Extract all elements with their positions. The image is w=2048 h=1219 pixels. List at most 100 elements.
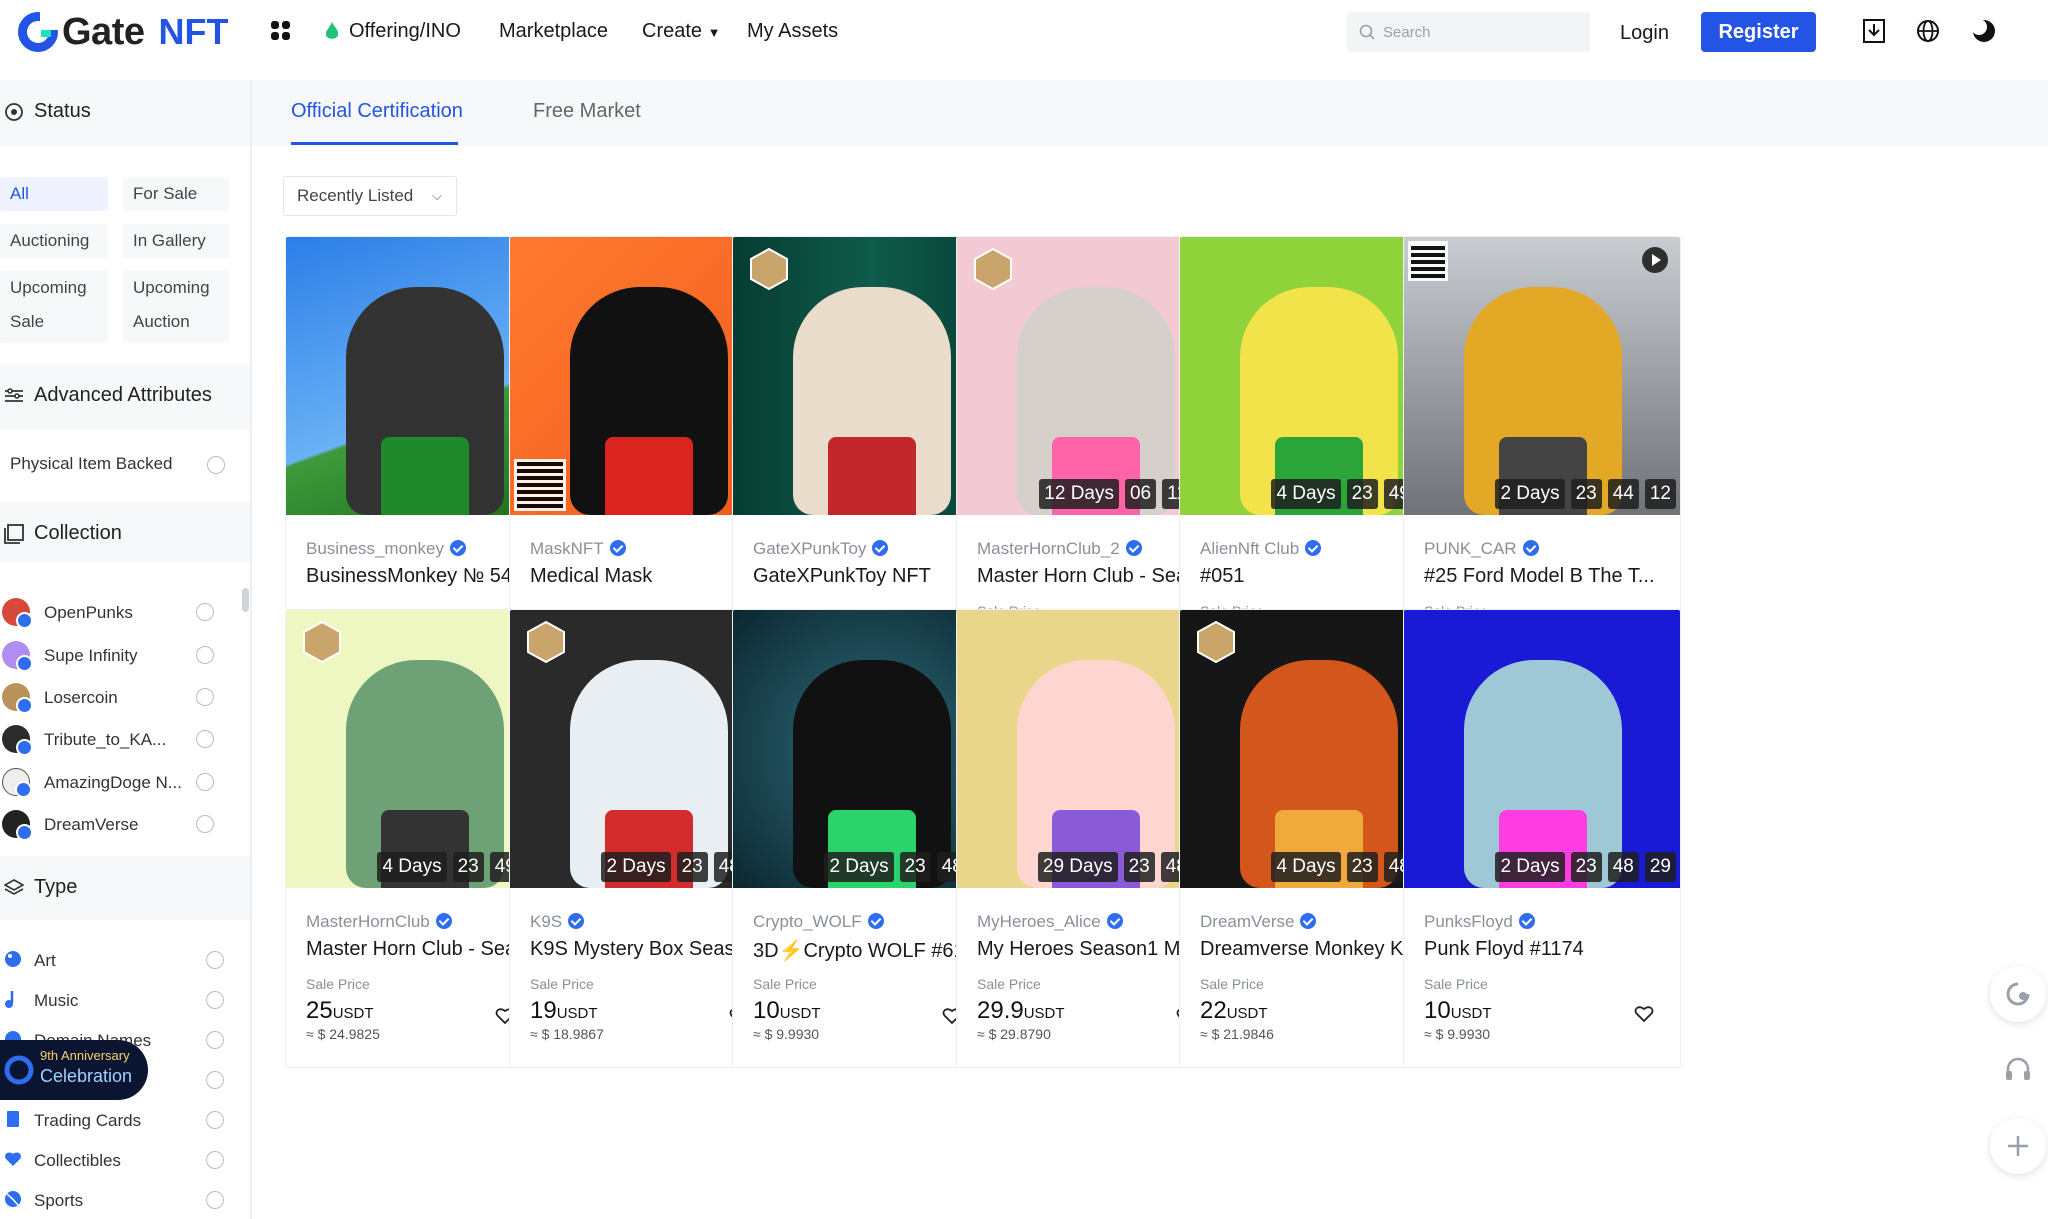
rarity-badge-icon <box>1197 620 1235 664</box>
verified-icon <box>867 913 884 929</box>
collection-name[interactable]: GateXPunkToy <box>753 539 889 559</box>
type-radio[interactable] <box>206 1111 224 1129</box>
collection-section-header[interactable]: Collection <box>0 502 250 562</box>
play-icon[interactable] <box>1642 247 1668 273</box>
collection-name[interactable]: AlienNft Club <box>1200 539 1322 559</box>
collection-item-supe-infinity[interactable]: Supe Infinity <box>0 641 240 672</box>
anniversary-line2: Celebration <box>40 1066 133 1086</box>
collection-radio[interactable] <box>196 773 214 791</box>
collection-radio[interactable] <box>196 646 214 664</box>
type-section-header[interactable]: Type <box>0 856 250 920</box>
type-item-trading-cards[interactable]: Trading Cards <box>0 1106 240 1136</box>
search-input[interactable]: Search <box>1347 12 1590 52</box>
collection-name[interactable]: DreamVerse <box>1200 912 1317 932</box>
refresh-fab[interactable] <box>1990 966 2046 1022</box>
collection-item-amazingdoge[interactable]: AmazingDoge N... <box>0 768 240 798</box>
add-fab[interactable] <box>1990 1118 2046 1174</box>
type-item-sports[interactable]: Sports <box>0 1186 240 1216</box>
collection-item-openpunks[interactable]: OpenPunks <box>0 598 240 629</box>
nav-marketplace[interactable]: Marketplace <box>499 18 608 44</box>
collection-radio[interactable] <box>196 815 214 833</box>
countdown-segment: 23 <box>452 852 484 882</box>
certification-tabs: Official Certification Free Market <box>252 80 2048 146</box>
nft-title[interactable]: Punk Floyd #1174 <box>1424 938 1669 961</box>
usd-equivalent: ≈ $ 18.9867 <box>530 1026 604 1042</box>
collection-name[interactable]: Crypto_WOLF <box>753 912 884 932</box>
collection-item-dreamverse[interactable]: DreamVerse <box>0 810 240 841</box>
tab-free-market[interactable]: Free Market <box>533 100 641 123</box>
usd-equivalent: ≈ $ 29.8790 <box>977 1026 1051 1042</box>
countdown-segment: 2 Days <box>601 852 671 882</box>
gate-nft-logo[interactable]: Gate NFT <box>18 10 228 54</box>
collection-radio[interactable] <box>196 730 214 748</box>
tab-official-certification[interactable]: Official Certification <box>291 100 463 123</box>
status-chip-auctioning[interactable]: Auctioning <box>0 224 108 258</box>
countdown-segment: 06 <box>1124 479 1157 509</box>
like-button[interactable] <box>1634 1005 1660 1023</box>
status-chip-upcoming-sale[interactable]: Upcoming Sale <box>0 271 108 343</box>
collection-name[interactable]: MasterHornClub <box>306 912 452 932</box>
collection-scrollbar[interactable] <box>242 588 249 612</box>
status-chip-upcoming-auction[interactable]: Upcoming Auction <box>123 271 229 343</box>
sliders-icon <box>5 388 23 402</box>
verified-icon <box>449 540 466 556</box>
collection-item-losercoin[interactable]: Losercoin <box>0 683 240 714</box>
verified-icon <box>1300 913 1317 929</box>
sort-select[interactable]: Recently Listed ⌵ <box>283 176 457 216</box>
search-placeholder: Search <box>1383 24 1431 41</box>
anniversary-logo-icon <box>4 1055 34 1085</box>
advanced-attributes-header[interactable]: Advanced Attributes <box>0 364 250 430</box>
collection-name[interactable]: K9S <box>530 912 585 932</box>
collection-name[interactable]: Business_monkey <box>306 539 466 559</box>
nft-figure-accent <box>605 437 693 515</box>
nav-create[interactable]: Create ▼ <box>642 18 720 46</box>
nft-title[interactable]: #25 Ford Model B The T... <box>1424 565 1669 588</box>
anniversary-celebration-banner[interactable]: 9th Anniversary Celebration <box>0 1040 148 1100</box>
download-icon[interactable] <box>1862 18 1886 44</box>
status-chip-in-gallery[interactable]: In Gallery <box>123 224 229 258</box>
type-radio[interactable] <box>206 951 224 969</box>
collection-name-text: AlienNft Club <box>1200 539 1300 558</box>
collection-name-text: MyHeroes_Alice <box>977 912 1101 931</box>
collection-name[interactable]: PunksFloyd <box>1424 912 1535 932</box>
nft-card[interactable]: 2 Days 23 48 29 PunksFloyd Punk Floyd #1174 Sa… <box>1403 609 1681 1068</box>
nft-figure-accent <box>828 437 916 515</box>
collection-name[interactable]: MasterHornClub_2 <box>977 539 1142 559</box>
type-item-art[interactable]: Art <box>0 946 240 976</box>
collection-name[interactable]: MaskNFT <box>530 539 626 559</box>
collection-name[interactable]: PUNK_CAR <box>1424 539 1539 559</box>
type-item-music[interactable]: Music <box>0 986 240 1016</box>
nav-my-assets[interactable]: My Assets <box>747 18 838 44</box>
collection-radio[interactable] <box>196 688 214 706</box>
countdown-timer: 2 Days 23 44 12 <box>1495 479 1676 509</box>
register-button[interactable]: Register <box>1701 12 1816 52</box>
collection-item-tribute[interactable]: Tribute_to_KA... <box>0 725 240 756</box>
status-chip-for-sale[interactable]: For Sale <box>123 177 229 211</box>
type-radio[interactable] <box>206 1031 224 1049</box>
apps-grid-icon[interactable] <box>270 20 292 42</box>
status-section-header[interactable]: Status <box>0 80 250 146</box>
support-fab[interactable] <box>1990 1042 2046 1098</box>
type-item-collectibles[interactable]: Collectibles <box>0 1146 240 1176</box>
type-radio[interactable] <box>206 1151 224 1169</box>
refresh-icon <box>2006 982 2030 1006</box>
openpunks-avatar <box>2 598 33 629</box>
status-chip-all[interactable]: All <box>0 177 108 211</box>
nft-image[interactable]: 2 Days 23 48 29 <box>1404 610 1680 888</box>
countdown-segment: 23 <box>899 852 931 882</box>
collection-name[interactable]: MyHeroes_Alice <box>977 912 1123 932</box>
nft-image[interactable]: 2 Days 23 44 12 <box>1404 237 1680 515</box>
rarity-badge-icon <box>750 247 788 291</box>
type-radio[interactable] <box>206 1191 224 1209</box>
globe-icon[interactable] <box>1916 19 1940 43</box>
dark-mode-icon[interactable] <box>1972 19 1996 43</box>
countdown-timer: 2 Days 23 48 29 <box>1495 852 1676 882</box>
headset-icon <box>2006 1057 2030 1080</box>
login-link[interactable]: Login <box>1620 20 1669 46</box>
nav-offering-ino[interactable]: Offering/INO <box>349 18 461 44</box>
physical-item-backed-radio[interactable] <box>207 456 225 474</box>
type-radio[interactable] <box>206 991 224 1009</box>
status-title: Status <box>34 100 91 122</box>
type-radio[interactable] <box>206 1071 224 1089</box>
collection-radio[interactable] <box>196 603 214 621</box>
